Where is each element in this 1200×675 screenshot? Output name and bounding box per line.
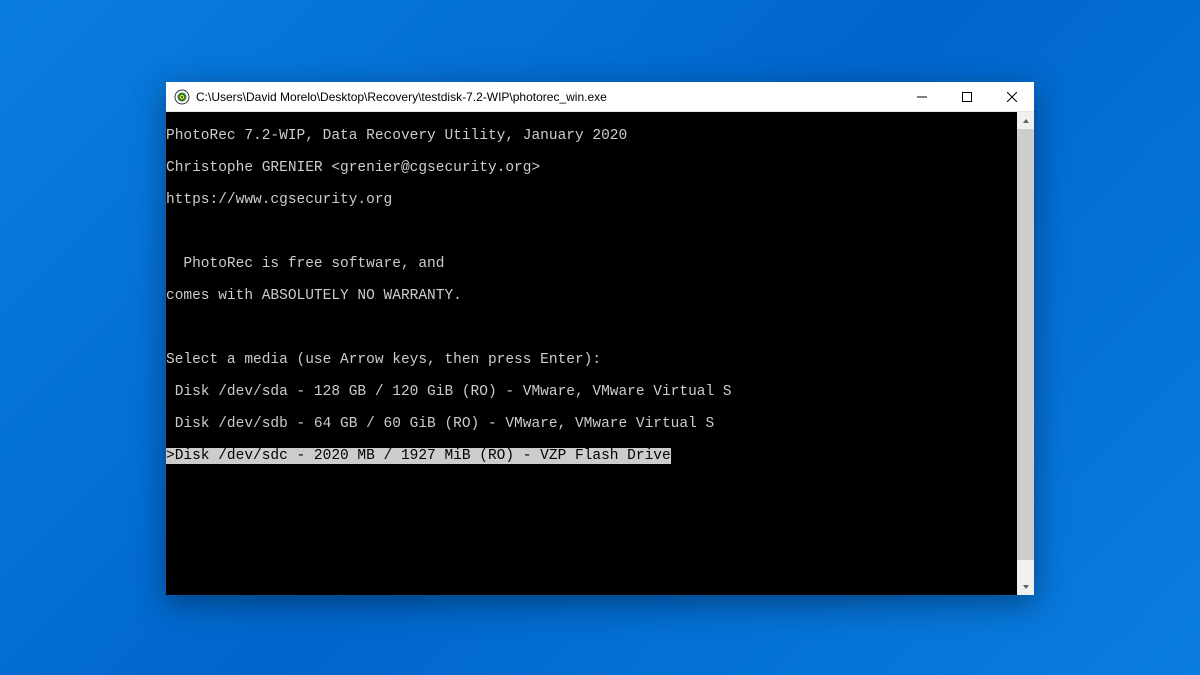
blank-line (166, 224, 1017, 240)
disk-option-selected[interactable]: >Disk /dev/sdc - 2020 MB / 1927 MiB (RO)… (166, 448, 1017, 464)
intro-line: PhotoRec is free software, and (166, 256, 1017, 272)
window-controls (899, 82, 1034, 111)
window-titlebar[interactable]: C:\Users\David Morelo\Desktop\Recovery\t… (166, 82, 1034, 112)
blank-line (166, 480, 1017, 496)
scroll-thumb[interactable] (1017, 129, 1034, 560)
header-line: https://www.cgsecurity.org (166, 192, 1017, 208)
disk-option[interactable]: Disk /dev/sda - 128 GB / 120 GiB (RO) - … (166, 384, 1017, 400)
disk-selected-text: Disk /dev/sdc - 2020 MB / 1927 MiB (RO) … (175, 448, 671, 464)
disk-option[interactable]: Disk /dev/sdb - 64 GB / 60 GiB (RO) - VM… (166, 416, 1017, 432)
scroll-down-button[interactable] (1017, 578, 1034, 595)
scroll-up-button[interactable] (1017, 112, 1034, 129)
selection-caret: > (166, 448, 175, 464)
select-prompt: Select a media (use Arrow keys, then pre… (166, 352, 1017, 368)
minimize-button[interactable] (899, 82, 944, 111)
console-window: C:\Users\David Morelo\Desktop\Recovery\t… (166, 82, 1034, 595)
scroll-track[interactable] (1017, 129, 1034, 578)
intro-line: comes with ABSOLUTELY NO WARRANTY. (166, 288, 1017, 304)
blank-line (166, 576, 1017, 592)
window-title: C:\Users\David Morelo\Desktop\Recovery\t… (196, 90, 899, 104)
app-icon (174, 89, 190, 105)
maximize-button[interactable] (944, 82, 989, 111)
terminal-container: PhotoRec 7.2-WIP, Data Recovery Utility,… (166, 112, 1034, 595)
header-line: Christophe GRENIER <grenier@cgsecurity.o… (166, 160, 1017, 176)
blank-line (166, 320, 1017, 336)
header-line: PhotoRec 7.2-WIP, Data Recovery Utility,… (166, 128, 1017, 144)
blank-line (166, 512, 1017, 528)
blank-line (166, 544, 1017, 560)
close-button[interactable] (989, 82, 1034, 111)
vertical-scrollbar[interactable] (1017, 112, 1034, 595)
terminal-output[interactable]: PhotoRec 7.2-WIP, Data Recovery Utility,… (166, 112, 1017, 595)
